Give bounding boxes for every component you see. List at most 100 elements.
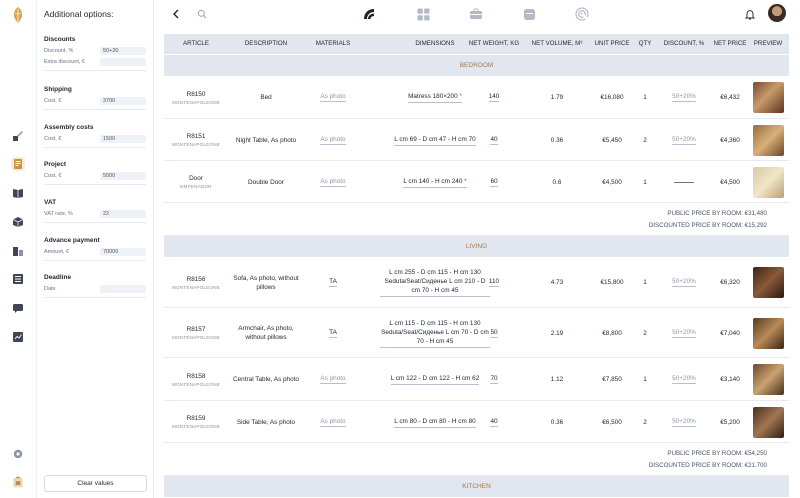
qty-value[interactable]: 1 [643, 279, 647, 286]
column-header[interactable]: UNIT PRICE [590, 34, 634, 54]
discount-value[interactable]: 50+20% [672, 93, 696, 102]
list-icon[interactable] [11, 272, 25, 286]
product-preview-image[interactable] [752, 267, 784, 298]
room-group-header[interactable]: LIVING [164, 236, 789, 257]
product-preview-image[interactable] [752, 406, 784, 438]
gear-icon[interactable] [11, 447, 25, 461]
net-price-cell: €6,432 [710, 76, 750, 119]
column-header[interactable]: PREVIEW [751, 34, 785, 54]
weight-value[interactable]: 40 [490, 418, 498, 427]
search-icon[interactable] [195, 7, 209, 21]
materials-value[interactable]: As photo [320, 136, 346, 145]
table-row[interactable]: R8159 MONTENAPOLEONE Side Table, As photo A… [164, 401, 789, 443]
materials-value[interactable]: As photo [320, 418, 346, 427]
column-header[interactable]: NET PRICE [710, 34, 750, 54]
qty-value[interactable]: 2 [643, 330, 647, 337]
building-icon[interactable] [11, 244, 25, 258]
room-group-header[interactable]: BEDROOM [164, 55, 789, 76]
table-row[interactable]: R8158 MONTENAPOLEONE Central Table, As pho… [164, 358, 789, 401]
weight-value[interactable]: 110 [488, 278, 500, 287]
qty-value[interactable]: 1 [643, 179, 647, 186]
dimensions-value[interactable]: L cm 80 - D cm 80 - H cm 80 [394, 417, 476, 428]
qty-value[interactable]: 1 [643, 376, 647, 383]
qty-value[interactable]: 2 [643, 137, 647, 144]
brand-mark-icon[interactable] [362, 7, 376, 21]
product-preview-image[interactable] [752, 124, 784, 156]
chart-icon[interactable] [11, 330, 25, 344]
column-header[interactable]: NET VOLUME, M³ [525, 34, 589, 54]
option-label: Discount, % [44, 47, 74, 54]
bell-icon[interactable] [743, 7, 757, 21]
option-input[interactable]: 50+20 [100, 46, 146, 55]
column-header[interactable]: QTY [635, 34, 655, 54]
net-price-value: €3,140 [720, 376, 740, 383]
document-icon[interactable] [11, 157, 25, 171]
weight-value[interactable]: 50 [490, 329, 498, 338]
box-icon[interactable] [11, 215, 25, 229]
description-cell: Sofa, As photo, without pillows [231, 257, 301, 308]
option-input[interactable] [100, 284, 146, 293]
catalog-icon[interactable] [11, 474, 25, 490]
archive-icon[interactable] [522, 7, 536, 21]
product-preview-image[interactable] [752, 82, 784, 113]
materials-value[interactable]: TA [329, 329, 337, 338]
weight-value[interactable]: 40 [490, 136, 498, 145]
column-header[interactable]: DISCOUNT, % [659, 34, 709, 54]
option-section: Shipping Cost, € 3700 [44, 86, 146, 110]
back-arrow-icon[interactable] [169, 7, 183, 21]
weight-value[interactable]: 60 [490, 178, 498, 187]
materials-value[interactable]: As photo [320, 178, 346, 187]
column-header[interactable]: NET WEIGHT, KG [466, 34, 522, 54]
qty-value[interactable]: 1 [643, 94, 647, 101]
dimensions-value[interactable]: L cm 69 - D cm 47 - H cm 70 [394, 135, 476, 146]
materials-value[interactable]: As photo [320, 375, 346, 384]
option-input[interactable]: 1500 [100, 134, 146, 143]
dimensions-value[interactable]: L cm 140 - H cm 240 * [403, 177, 467, 188]
option-input[interactable]: 3700 [100, 96, 146, 105]
option-input[interactable]: 22 [100, 209, 146, 218]
description-cell: Bed [231, 76, 301, 119]
brush-icon[interactable] [11, 129, 25, 143]
option-section: Project Cost, € 5000 [44, 161, 146, 185]
materials-value[interactable]: TA [329, 278, 337, 287]
product-preview-image[interactable] [752, 364, 784, 395]
signal-icon[interactable] [575, 7, 589, 21]
user-avatar[interactable] [768, 4, 786, 22]
volume-cell: 2.19 [525, 308, 589, 358]
table-row[interactable]: R8151 MONTENAPOLEONE Night Table, As photo… [164, 119, 789, 161]
chat-icon[interactable] [11, 301, 25, 315]
product-preview-image[interactable] [752, 317, 784, 349]
discount-value[interactable]: 50+20% [672, 136, 696, 145]
briefcase-icon[interactable] [469, 7, 483, 21]
qty-value[interactable]: 2 [643, 419, 647, 426]
option-input[interactable]: 70000 [100, 247, 146, 256]
option-input[interactable] [100, 57, 146, 66]
product-preview-image[interactable] [752, 166, 784, 198]
table-row[interactable]: R8150 MONTENAPOLEONE Bed As photo Matress 18… [164, 76, 789, 119]
weight-value[interactable]: 70 [490, 375, 498, 384]
table-row[interactable]: Door EMPENADOR Double Door As photo L cm 140… [164, 161, 789, 203]
article-code: R8159 [186, 415, 206, 422]
discount-value[interactable]: 50+20% [672, 375, 696, 384]
column-header[interactable]: ARTICLE [166, 34, 226, 54]
table-row[interactable]: R8156 MONTENAPOLEONE Sofa, As photo, witho… [164, 257, 789, 308]
room-group-header[interactable]: KITCHEN [164, 476, 789, 497]
discount-value[interactable]: 50+20% [672, 278, 696, 287]
option-label: Cost, € [44, 172, 62, 179]
article-cell: R8156 MONTENAPOLEONE [166, 257, 226, 308]
materials-value[interactable]: As photo [320, 93, 346, 102]
dimensions-value[interactable]: Matress 180×200 * [408, 92, 462, 103]
column-header[interactable]: MATERIALS [306, 34, 361, 54]
clear-values-button[interactable]: Clear values [44, 475, 147, 492]
brand-logo-icon[interactable] [11, 6, 25, 24]
grid-icon[interactable] [416, 7, 430, 21]
weight-value[interactable]: 140 [488, 93, 500, 102]
column-header[interactable]: DESCRIPTION [231, 34, 301, 54]
option-section: Advance payment Amount, € 70000 [44, 237, 146, 261]
article-brand: MONTENAPOLEONE [172, 142, 220, 147]
option-input[interactable]: 5000 [100, 171, 146, 180]
discount-value[interactable]: 50+20% [672, 329, 696, 338]
discount-value[interactable]: 50+20% [672, 418, 696, 427]
table-row[interactable]: R8157 MONTENAPOLEONE Armchair, As photo, w… [164, 308, 789, 358]
book-icon[interactable] [11, 186, 25, 200]
